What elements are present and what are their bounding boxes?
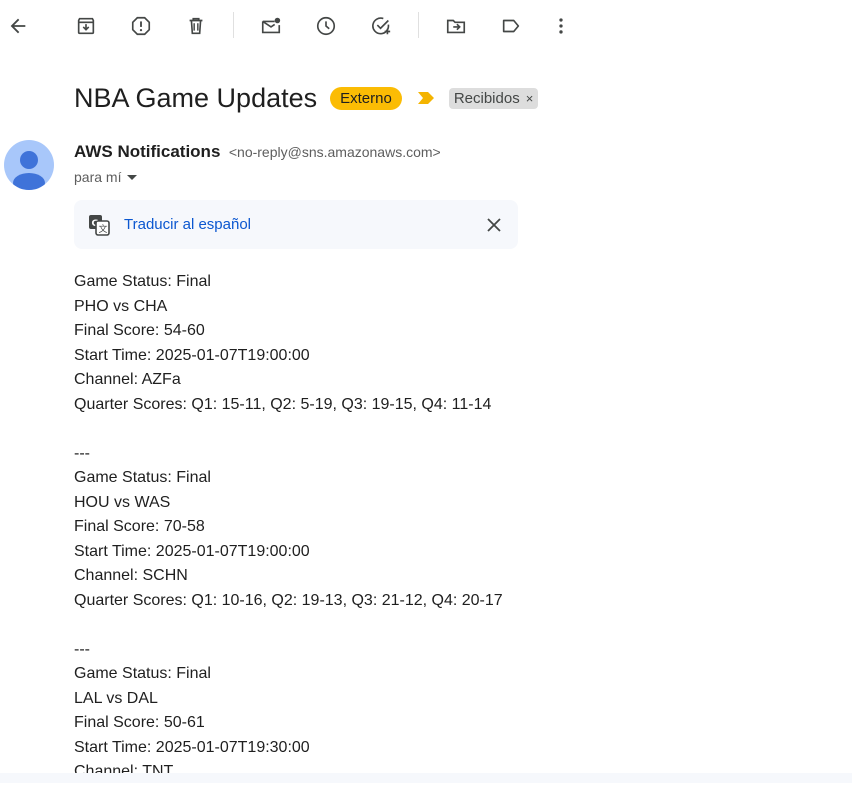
toolbar-divider [233,12,234,38]
email-body-line: HOU vs WAS [74,493,171,511]
sender-avatar[interactable] [4,140,54,190]
email-body-line: --- [74,640,90,658]
email-body-line: Quarter Scores: Q1: 10-16, Q2: 19-13, Q3… [74,591,503,609]
email-body-line: --- [74,444,90,462]
email-body-line: PHO vs CHA [74,297,168,315]
message-toolbar [0,0,852,50]
email-body-line: Game Status: Final [74,469,211,486]
email-body: Game Status: Final PHO vs CHA Final Score:… [74,270,503,785]
svg-text:文: 文 [99,223,108,235]
translate-link[interactable]: Traducir al español [124,216,251,233]
recipient-line: para mí [74,169,138,185]
email-body-line: Game Status: Final [74,665,211,682]
label-chip-text: Recibidos [453,89,520,107]
snooze-icon[interactable] [308,8,344,44]
report-spam-icon[interactable] [123,8,159,44]
translate-icon: G 文 [88,214,110,236]
sender-email: <no-reply@sns.amazonaws.com> [228,144,441,160]
recipient-details-chevron-icon[interactable] [127,174,138,180]
email-body-line: Start Time: 2025-01-07T19:00:00 [74,542,310,560]
mark-unread-icon[interactable] [253,8,289,44]
more-options-icon[interactable] [543,8,579,44]
email-body-line [74,613,503,638]
delete-icon[interactable] [178,8,214,44]
email-body-line: Final Score: 54-60 [74,322,205,339]
sender-line: AWS Notifications <no-reply@sns.amazonaw… [74,142,441,162]
external-badge: Externo [330,86,402,110]
email-body-line: Start Time: 2025-01-07T19:30:00 [74,738,310,756]
importance-marker-icon[interactable] [417,91,435,105]
email-body-line: Quarter Scores: Q1: 15-11, Q2: 5-19, Q3:… [74,395,492,413]
email-body-line: Game Status: Final [74,273,211,290]
email-body-line: LAL vs DAL [74,689,158,707]
sender-name[interactable]: AWS Notifications [74,142,220,161]
subject-row: NBA Game Updates Externo Recibidos × [74,80,539,116]
email-subject: NBA Game Updates [74,82,318,113]
remove-label-button[interactable]: × [526,91,534,106]
add-to-tasks-icon[interactable] [363,8,399,44]
email-body-line: Final Score: 70-58 [74,518,205,535]
email-body-line: Channel: AZFa [74,371,181,388]
bottom-strip [0,773,852,783]
email-body-line: Final Score: 50-61 [74,714,205,731]
close-icon[interactable] [482,213,506,237]
move-to-icon[interactable] [438,8,474,44]
back-arrow-icon[interactable] [0,8,36,44]
label-chip-inbox: Recibidos × [448,87,539,109]
email-body-line: Channel: SCHN [74,567,188,584]
email-body-line: Start Time: 2025-01-07T19:00:00 [74,346,310,364]
archive-icon[interactable] [68,8,104,44]
recipient-label: para mí [74,169,122,185]
toolbar-divider [418,12,419,38]
translate-banner: G 文 Traducir al español [74,200,518,249]
email-body-line [74,417,503,442]
label-icon[interactable] [493,8,529,44]
